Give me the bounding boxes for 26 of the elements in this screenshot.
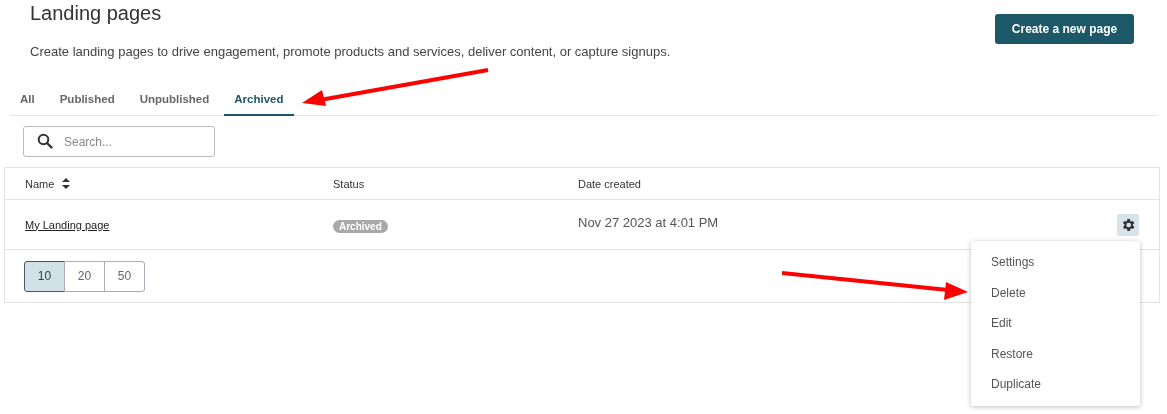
column-header: Status bbox=[333, 177, 365, 190]
gear-icon bbox=[1120, 216, 1136, 233]
status-badge: Archived bbox=[333, 219, 388, 233]
column-header[interactable]: Name bbox=[25, 177, 55, 190]
tab[interactable]: Published bbox=[49, 84, 125, 115]
search-icon bbox=[37, 133, 53, 149]
search-field[interactable]: Search... bbox=[23, 126, 215, 157]
menu-item[interactable]: Duplicate bbox=[971, 369, 1140, 400]
page-size-button[interactable]: 10 bbox=[24, 260, 65, 292]
page-description: Create landing pages to drive engagement, promote products and services, deliver content, or capture signups. bbox=[30, 44, 671, 59]
tab[interactable]: Unpublished bbox=[129, 84, 220, 115]
column-header: Date created bbox=[578, 177, 641, 190]
menu-item[interactable]: Edit bbox=[971, 308, 1140, 339]
menu-item[interactable]: Restore bbox=[971, 338, 1140, 369]
settings-button[interactable] bbox=[1117, 213, 1139, 236]
tab[interactable]: All bbox=[10, 84, 45, 115]
menu-item[interactable]: Settings bbox=[971, 247, 1140, 278]
page-size-button[interactable]: 20 bbox=[64, 260, 105, 292]
page-size-button[interactable]: 50 bbox=[104, 260, 145, 292]
tab[interactable]: Archived bbox=[224, 84, 294, 116]
date-cell: Nov 27 2023 at 4:01 PM bbox=[578, 214, 719, 230]
create-page-button[interactable]: Create a new page bbox=[995, 14, 1134, 44]
sort-icon[interactable] bbox=[62, 178, 71, 189]
page-name-link[interactable]: My Landing page bbox=[25, 218, 110, 231]
page-title: Landing pages bbox=[30, 2, 163, 25]
menu-item[interactable]: Delete bbox=[971, 277, 1140, 308]
